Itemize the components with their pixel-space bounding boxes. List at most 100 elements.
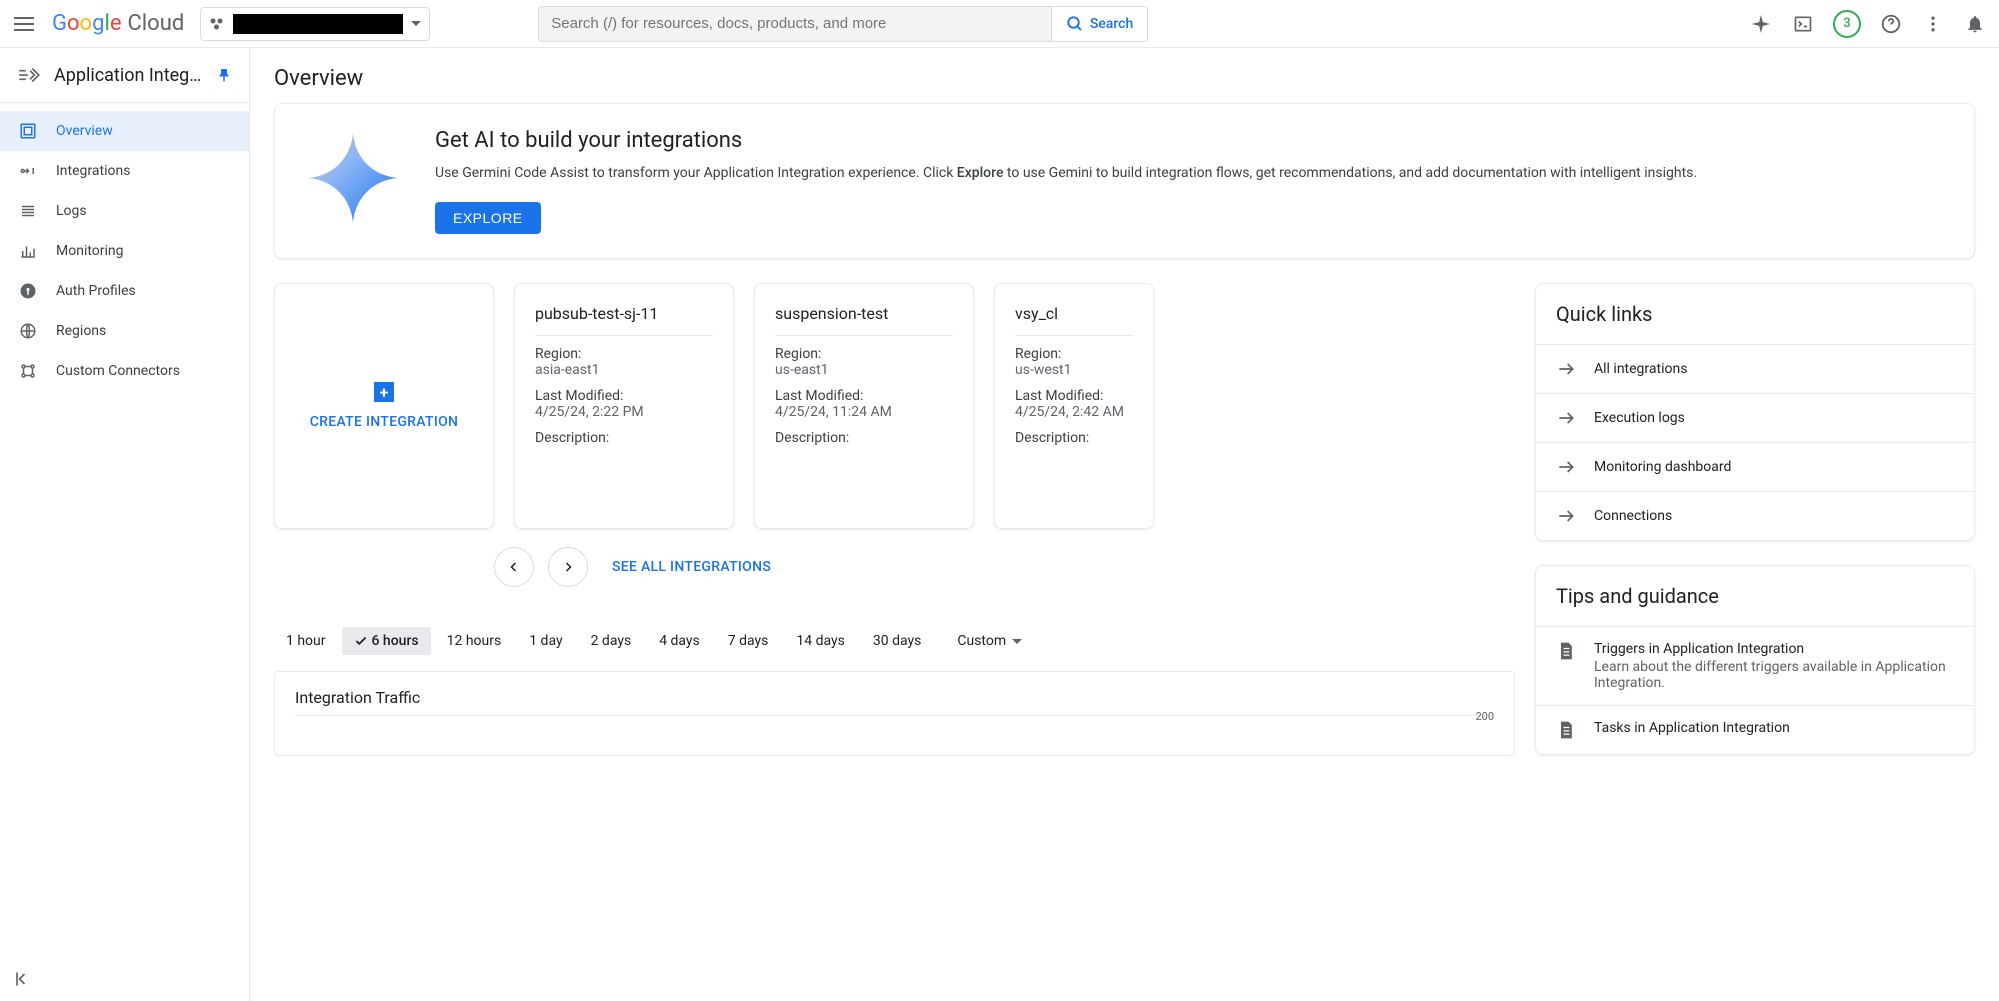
- time-opt-7days[interactable]: 7 days: [716, 627, 781, 655]
- chevron-right-icon: [562, 561, 574, 573]
- search-box: Search: [538, 6, 1148, 42]
- quick-link-all-integrations[interactable]: All integrations: [1536, 344, 1974, 393]
- document-icon: [1556, 641, 1576, 661]
- nav-auth-profiles[interactable]: Auth Profiles: [0, 271, 249, 311]
- time-opt-6hours[interactable]: 6 hours: [342, 627, 431, 655]
- time-opt-1hour[interactable]: 1 hour: [274, 627, 338, 655]
- notifications-icon[interactable]: [1963, 12, 1987, 36]
- tips-item[interactable]: Tasks in Application Integration: [1536, 705, 1974, 754]
- time-opt-30days[interactable]: 30 days: [861, 627, 933, 655]
- modified-value: 4/25/24, 2:22 PM: [535, 404, 713, 420]
- nav-label: Overview: [56, 123, 113, 139]
- arrow-right-icon: [1556, 359, 1576, 379]
- region-label: Region:: [775, 346, 953, 362]
- quick-link-execution-logs[interactable]: Execution logs: [1536, 393, 1974, 442]
- tips-item-title: Tasks in Application Integration: [1594, 720, 1790, 736]
- more-icon[interactable]: [1921, 12, 1945, 36]
- region-label: Region:: [535, 346, 713, 362]
- region-value: asia-east1: [535, 362, 713, 378]
- time-opt-12hours[interactable]: 12 hours: [435, 627, 514, 655]
- sidebar: Application Integr… Overview Integration…: [0, 48, 250, 1001]
- time-opt-14days[interactable]: 14 days: [784, 627, 856, 655]
- nav-label: Regions: [56, 323, 106, 339]
- integration-name: vsy_cl: [1015, 304, 1133, 336]
- quick-link-label: All integrations: [1594, 361, 1687, 377]
- quick-link-connections[interactable]: Connections: [1536, 491, 1974, 540]
- nav-label: Auth Profiles: [56, 283, 136, 299]
- banner-text: Use Germini Code Assist to transform you…: [435, 163, 1697, 184]
- nav-monitoring[interactable]: Monitoring: [0, 231, 249, 271]
- modified-value: 4/25/24, 11:24 AM: [775, 404, 953, 420]
- app-integration-icon: [16, 62, 42, 88]
- explore-button[interactable]: EXPLORE: [435, 202, 541, 234]
- arrow-right-icon: [1556, 408, 1576, 428]
- gemini-spark-icon: [303, 128, 403, 228]
- main-content: Overview Get AI to build your integratio…: [250, 48, 1999, 1001]
- pagination: SEE ALL INTEGRATIONS: [274, 547, 1515, 587]
- description-label: Description:: [775, 430, 953, 446]
- prev-page-button[interactable]: [494, 547, 534, 587]
- nav-label: Custom Connectors: [56, 363, 180, 379]
- integration-card[interactable]: suspension-test Region: us-east1 Last Mo…: [754, 283, 974, 529]
- integrations-icon: [18, 161, 38, 181]
- integration-name: pubsub-test-sj-11: [535, 304, 713, 336]
- pin-icon[interactable]: [215, 66, 233, 84]
- integration-traffic-chart: Integration Traffic 200: [274, 671, 1515, 756]
- gemini-icon[interactable]: [1749, 12, 1773, 36]
- modified-label: Last Modified:: [535, 388, 713, 404]
- caret-down-icon: [411, 21, 421, 26]
- integration-card[interactable]: pubsub-test-sj-11 Region: asia-east1 Las…: [514, 283, 734, 529]
- quick-link-monitoring[interactable]: Monitoring dashboard: [1536, 442, 1974, 491]
- integration-cards: + CREATE INTEGRATION pubsub-test-sj-11 R…: [274, 283, 1515, 529]
- region-value: us-west1: [1015, 362, 1133, 378]
- create-integration-card[interactable]: + CREATE INTEGRATION: [274, 283, 494, 529]
- quick-links-title: Quick links: [1536, 284, 1974, 344]
- tips-item[interactable]: Triggers in Application Integration Lear…: [1536, 626, 1974, 705]
- google-cloud-logo[interactable]: Google Cloud: [52, 11, 184, 36]
- next-page-button[interactable]: [548, 547, 588, 587]
- plus-icon: +: [374, 382, 394, 402]
- arrow-right-icon: [1556, 506, 1576, 526]
- project-selector[interactable]: [200, 7, 430, 41]
- auth-icon: [18, 281, 38, 301]
- nav-integrations[interactable]: Integrations: [0, 151, 249, 191]
- create-integration-label: CREATE INTEGRATION: [310, 414, 459, 430]
- nav-overview[interactable]: Overview: [0, 111, 249, 151]
- menu-icon[interactable]: [12, 12, 36, 36]
- time-opt-custom[interactable]: Custom: [945, 627, 1034, 655]
- see-all-integrations-link[interactable]: SEE ALL INTEGRATIONS: [612, 559, 771, 575]
- sidebar-header: Application Integr…: [0, 48, 249, 103]
- chevron-left-icon: [508, 561, 520, 573]
- page-title: Overview: [274, 66, 1975, 91]
- nav-custom-connectors[interactable]: Custom Connectors: [0, 351, 249, 391]
- ai-banner: Get AI to build your integrations Use Ge…: [274, 103, 1975, 259]
- search-input[interactable]: [539, 15, 1051, 32]
- help-icon[interactable]: [1879, 12, 1903, 36]
- chart-y-tick: 200: [1475, 710, 1494, 723]
- tips-panel: Tips and guidance Triggers in Applicatio…: [1535, 565, 1975, 755]
- nav-label: Monitoring: [56, 243, 124, 259]
- chart-title: Integration Traffic: [295, 688, 1494, 707]
- region-value: us-east1: [775, 362, 953, 378]
- description-label: Description:: [1015, 430, 1133, 446]
- trial-badge[interactable]: 3: [1833, 10, 1861, 38]
- top-header: Google Cloud Search 3: [0, 0, 1999, 48]
- nav-label: Integrations: [56, 163, 130, 179]
- time-opt-1day[interactable]: 1 day: [517, 627, 574, 655]
- nav-list: Overview Integrations Logs Monitoring Au…: [0, 103, 249, 1001]
- tips-item-title: Triggers in Application Integration: [1594, 641, 1954, 657]
- time-opt-4days[interactable]: 4 days: [647, 627, 712, 655]
- monitoring-icon: [18, 241, 38, 261]
- nav-logs[interactable]: Logs: [0, 191, 249, 231]
- integration-card[interactable]: vsy_cl Region: us-west1 Last Modified: 4…: [994, 283, 1154, 529]
- search-button[interactable]: Search: [1051, 7, 1147, 41]
- regions-icon: [18, 321, 38, 341]
- nav-regions[interactable]: Regions: [0, 311, 249, 351]
- tips-title: Tips and guidance: [1536, 566, 1974, 626]
- document-icon: [1556, 720, 1576, 740]
- cloud-shell-icon[interactable]: [1791, 12, 1815, 36]
- collapse-sidebar-button[interactable]: [12, 969, 32, 989]
- quick-link-label: Execution logs: [1594, 410, 1685, 426]
- tips-item-desc: Learn about the different triggers avail…: [1594, 659, 1954, 691]
- time-opt-2days[interactable]: 2 days: [579, 627, 644, 655]
